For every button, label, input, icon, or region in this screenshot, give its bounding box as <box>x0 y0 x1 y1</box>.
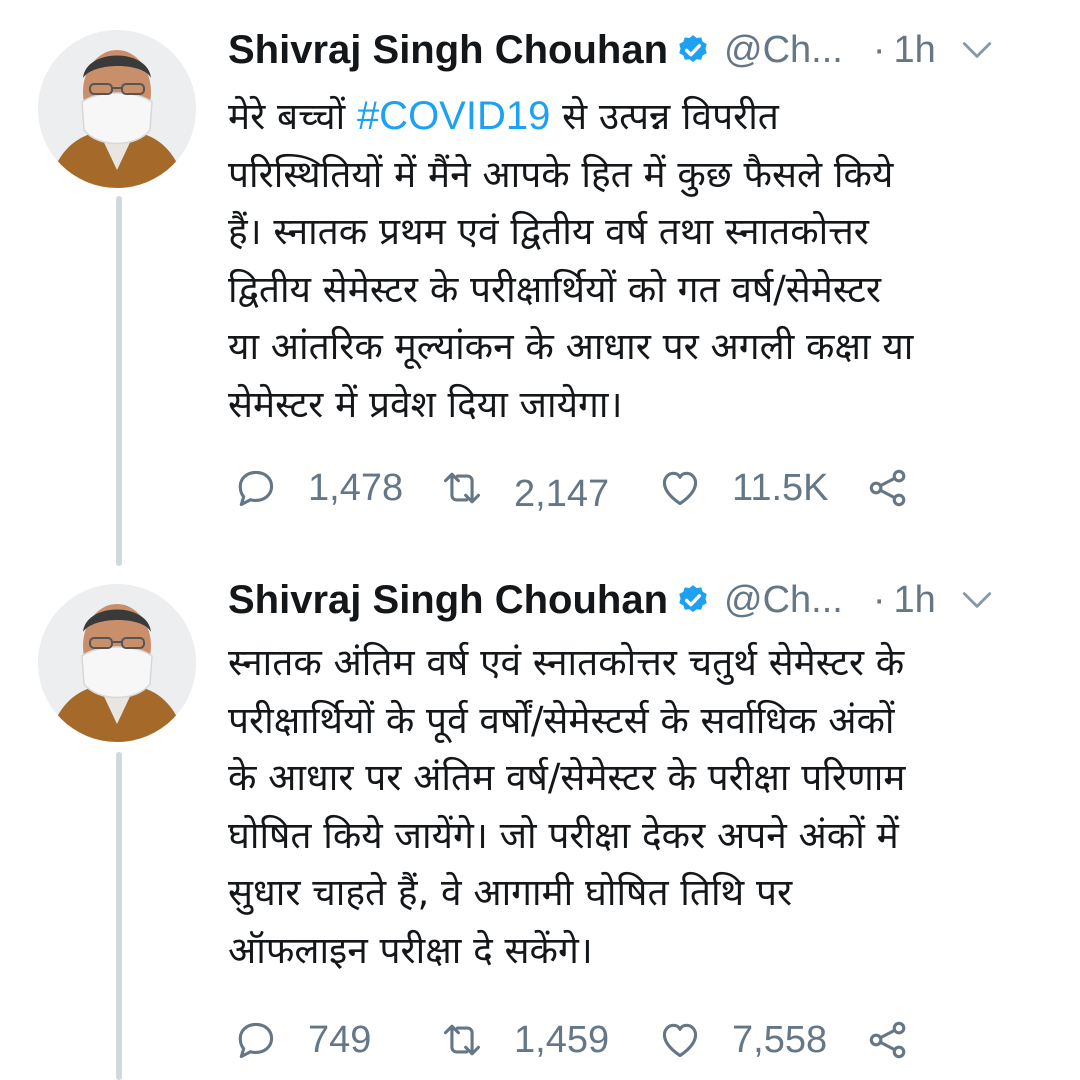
avatar[interactable] <box>38 30 196 188</box>
tweet-text-segment: से उत्पन्न विपरीत <box>550 95 779 138</box>
reply-icon <box>238 470 274 507</box>
share-button[interactable] <box>866 1010 910 1070</box>
separator-dot: · <box>872 578 886 621</box>
chevron-down-icon[interactable] <box>958 31 996 69</box>
avatar-image <box>38 584 196 742</box>
retweet-button[interactable]: 2,147 <box>440 458 609 518</box>
tweet-text: मेरे बच्चों #COVID19 से उत्पन्न विपरीत प… <box>228 88 1058 433</box>
like-count: 11.5K <box>732 466 829 509</box>
retweet-icon <box>443 472 481 504</box>
retweet-count: 2,147 <box>514 472 610 515</box>
author-name[interactable]: Shivraj Singh Chouhan <box>228 28 668 73</box>
hashtag-link[interactable]: #COVID19 <box>357 94 550 138</box>
like-count: 7,558 <box>732 1018 828 1061</box>
tweet-text-line: सेमेस्टर में प्रवेश दिया जायेगा। <box>228 382 623 426</box>
tweet-text-line: मेरे बच्चों #COVID19 से उत्पन्न विपरीत <box>228 88 1058 146</box>
tweet-text-line: या आंतरिक मूल्यांकन के आधार पर अगली कक्ष… <box>228 325 914 368</box>
like-button[interactable]: 7,558 <box>658 1010 827 1070</box>
share-button[interactable] <box>866 458 910 518</box>
tweet-actions: 1,478 2,147 11.5K <box>234 458 1054 518</box>
tweet-text-line: परीक्षार्थियों के पूर्व वर्षों/सेमेस्टर्… <box>228 698 895 742</box>
avatar-image <box>38 30 196 188</box>
reply-count: 749 <box>308 1018 372 1061</box>
author-name[interactable]: Shivraj Singh Chouhan <box>228 578 668 623</box>
tweet-text-line: हैं। स्नातक प्रथम एवं द्वितीय वर्ष तथा स… <box>228 210 869 253</box>
tweet[interactable]: Shivraj Singh Chouhan @Ch... · 1h स्नातक… <box>0 566 1080 1080</box>
tweet-header: Shivraj Singh Chouhan @Ch... · 1h <box>228 10 1058 90</box>
heart-icon <box>662 1023 698 1058</box>
author-handle[interactable]: @Ch... <box>724 29 843 72</box>
tweet-text-segment: मेरे बच्चों <box>228 95 357 138</box>
tweet-text-line: परिस्थितियों में मैंने आपके हित में कुछ … <box>228 152 894 196</box>
tweet-text-line: घोषित किये जायेंगे। जो परीक्षा देकर अपने… <box>228 813 899 857</box>
verified-badge-icon <box>679 585 707 613</box>
avatar[interactable] <box>38 584 196 742</box>
retweet-icon <box>443 1024 481 1056</box>
share-icon <box>869 469 906 507</box>
chevron-down-icon[interactable] <box>958 581 996 619</box>
author-handle[interactable]: @Ch... <box>724 579 843 622</box>
tweet-text-line: के आधार पर अंतिम वर्ष/सेमेस्टर के परीक्ष… <box>228 756 906 799</box>
reply-icon <box>238 1022 274 1059</box>
tweet-text-line: ऑफलाइन परीक्षा दे सकेंगे। <box>228 928 593 972</box>
retweet-button[interactable]: 1,459 <box>440 1010 609 1070</box>
like-button[interactable]: 11.5K <box>658 458 828 518</box>
tweet-text-line: सुधार चाहते हैं, वे आगामी घोषित तिथि पर <box>228 871 793 914</box>
reply-button[interactable]: 1,478 <box>234 458 403 518</box>
retweet-count: 1,459 <box>514 1018 610 1061</box>
tweet-text-line: स्नातक अंतिम वर्ष एवं स्नातकोत्तर चतुर्थ… <box>228 641 905 684</box>
tweet-header: Shivraj Singh Chouhan @Ch... · 1h <box>228 560 1058 640</box>
share-icon <box>869 1021 906 1059</box>
timestamp[interactable]: 1h <box>894 579 936 622</box>
tweet-actions: 749 1,459 7,558 <box>234 1010 1054 1070</box>
heart-icon <box>662 471 698 506</box>
tweet[interactable]: Shivraj Singh Chouhan @Ch... · 1h मेरे ब… <box>0 10 1080 550</box>
reply-count: 1,478 <box>308 466 404 509</box>
reply-button[interactable]: 749 <box>234 1010 371 1070</box>
timestamp[interactable]: 1h <box>894 29 936 72</box>
tweet-text: स्नातक अंतिम वर्ष एवं स्नातकोत्तर चतुर्थ… <box>228 634 1058 979</box>
verified-badge-icon <box>679 35 707 63</box>
separator-dot: · <box>872 28 886 71</box>
tweet-text-line: द्वितीय सेमेस्टर के परीक्षार्थियों को गत… <box>228 267 882 311</box>
